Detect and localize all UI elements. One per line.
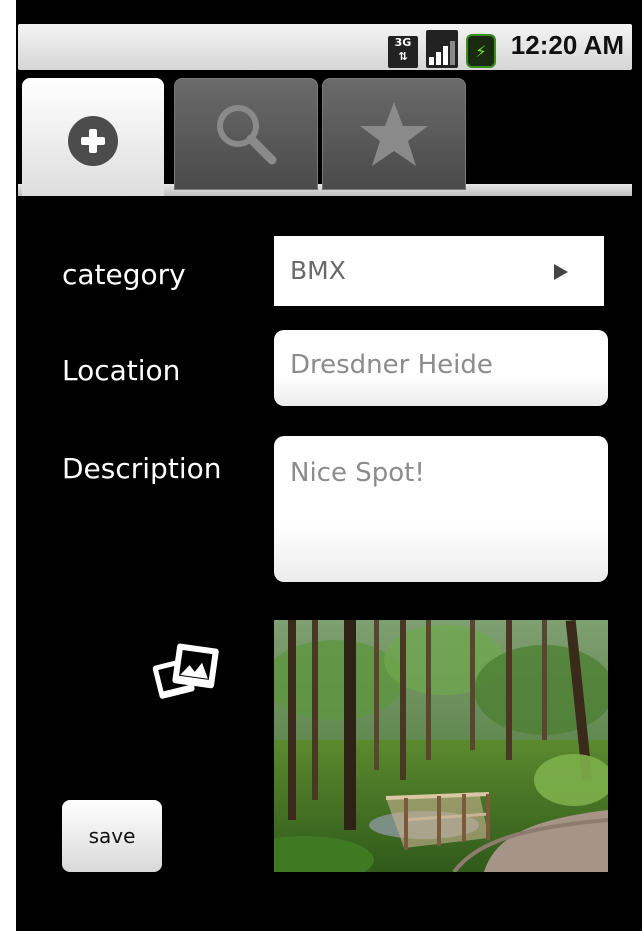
location-label: Location: [62, 354, 181, 387]
tab-add[interactable]: [22, 78, 164, 196]
spot-photo[interactable]: [274, 620, 608, 872]
category-spinner[interactable]: BMX: [274, 236, 604, 306]
tab-favorites[interactable]: [322, 78, 466, 190]
description-input[interactable]: Nice Spot!: [274, 436, 608, 582]
network-3g-icon: 3G ⇅: [388, 36, 418, 68]
tab-bar: [18, 70, 632, 196]
magnifier-icon: [217, 105, 277, 165]
save-button[interactable]: save: [62, 800, 162, 872]
location-value: Dresdner Heide: [290, 350, 493, 380]
category-value: BMX: [290, 256, 346, 285]
status-time: 12:20 AM: [510, 30, 624, 60]
description-label: Description: [62, 452, 222, 485]
plus-circle-icon: [68, 116, 118, 166]
star-icon: [360, 102, 428, 166]
status-bar: 3G ⇅ ⚡ 12:20 AM: [18, 24, 632, 70]
tab-search[interactable]: [174, 78, 318, 190]
spinner-arrow-icon: [554, 264, 568, 280]
status-icons: 3G ⇅ ⚡: [388, 30, 496, 68]
category-label: category: [62, 258, 186, 291]
photo-gallery-icon[interactable]: [150, 640, 222, 704]
location-input[interactable]: Dresdner Heide: [274, 330, 608, 406]
battery-charging-icon: ⚡: [466, 34, 496, 68]
forest-photo-image: [274, 620, 608, 872]
signal-strength-icon: [426, 30, 458, 68]
description-value: Nice Spot!: [290, 458, 425, 488]
